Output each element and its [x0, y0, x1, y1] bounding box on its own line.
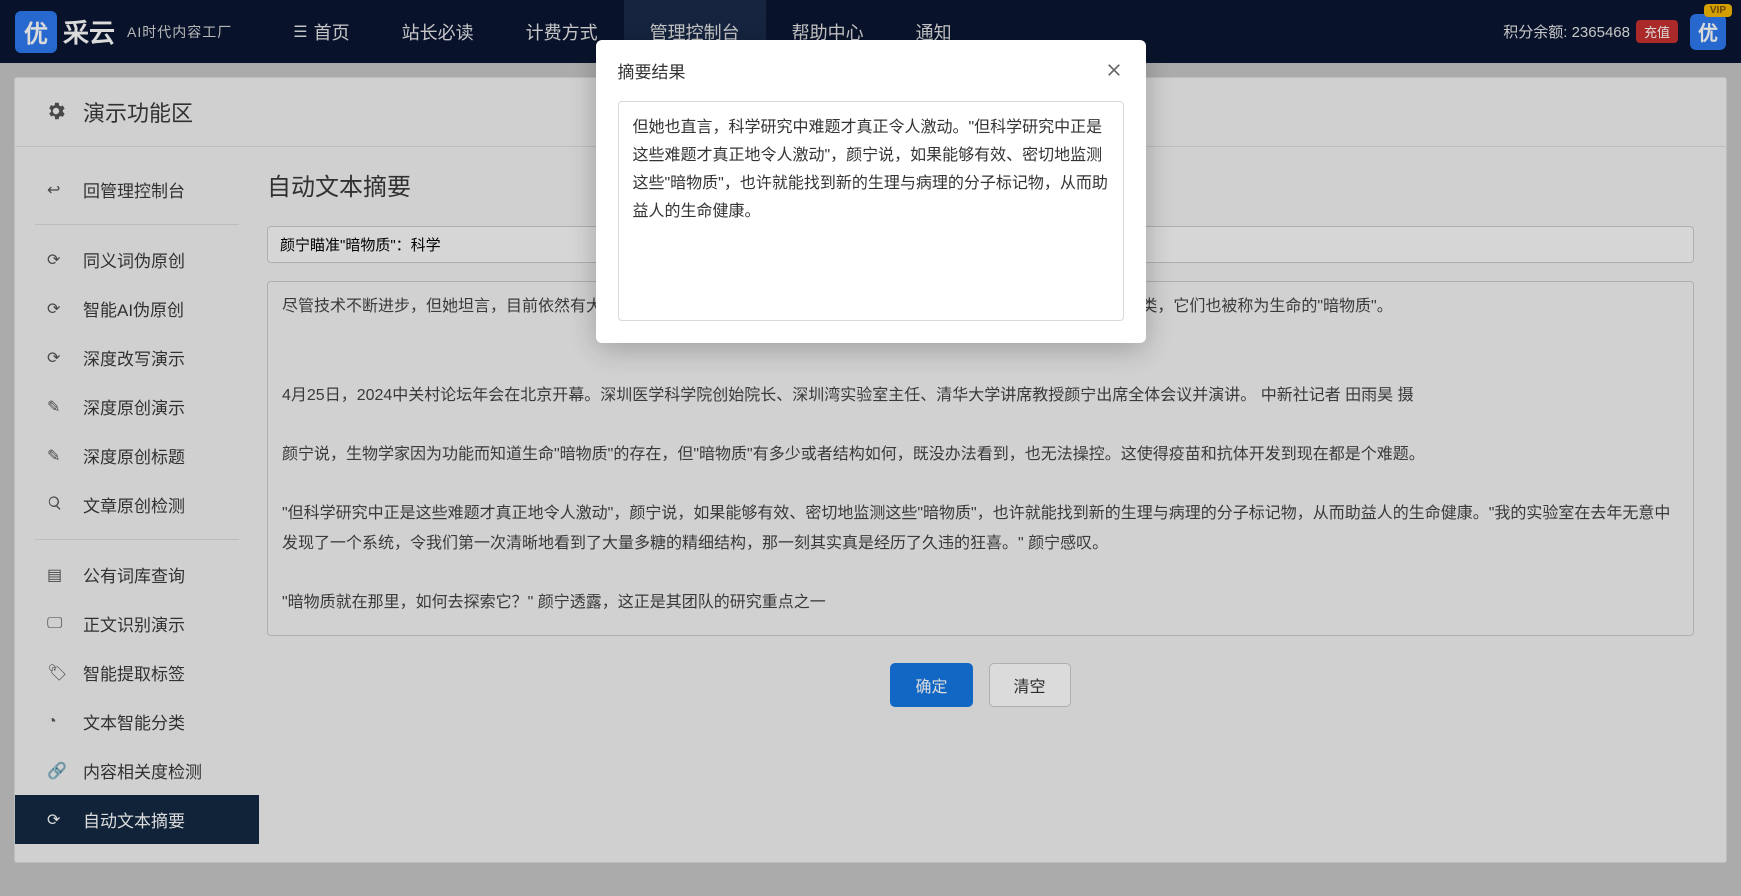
- summary-modal: 摘要结果 但她也直言，科学研究中难题才真正令人激动。"但科学研究中正是这些难题才…: [596, 40, 1146, 343]
- modal-body: 但她也直言，科学研究中难题才真正令人激动。"但科学研究中正是这些难题才真正地令人…: [596, 101, 1146, 343]
- modal-title: 摘要结果: [618, 58, 686, 83]
- summary-result: 但她也直言，科学研究中难题才真正令人激动。"但科学研究中正是这些难题才真正地令人…: [618, 101, 1124, 321]
- close-icon: [1104, 60, 1124, 80]
- modal-close-button[interactable]: [1104, 60, 1124, 82]
- modal-header: 摘要结果: [596, 40, 1146, 101]
